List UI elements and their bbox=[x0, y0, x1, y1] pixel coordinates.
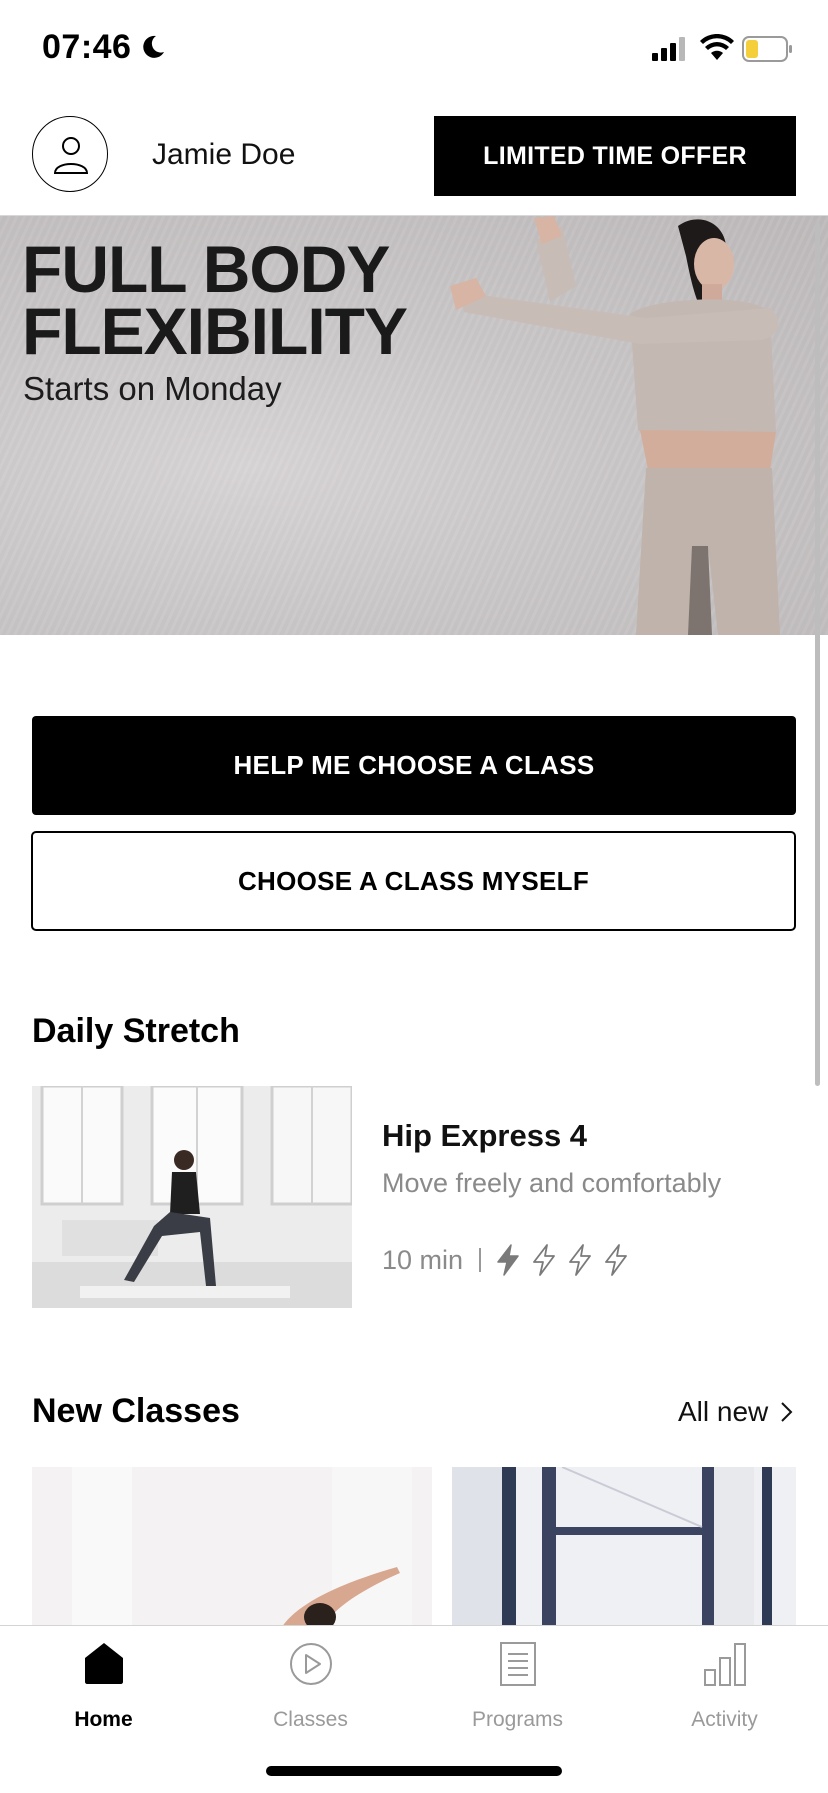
class-name[interactable]: Hip Express 4 bbox=[382, 1118, 587, 1154]
cellular-signal-icon bbox=[652, 37, 685, 61]
help-me-choose-class-button[interactable]: HELP ME CHOOSE A CLASS bbox=[32, 716, 796, 815]
intensity-bolt-icon bbox=[497, 1244, 519, 1276]
new-classes-title: New Classes bbox=[32, 1392, 240, 1430]
tab-home-label: Home bbox=[74, 1708, 133, 1731]
battery-icon bbox=[742, 36, 792, 62]
tab-activity[interactable]: Activity bbox=[621, 1626, 828, 1746]
class-description: Move freely and comfortably bbox=[382, 1168, 722, 1198]
wifi-icon bbox=[700, 34, 734, 60]
class-thumbnail-image bbox=[32, 1086, 352, 1308]
hero-title-line-2: FLEXIBILITY bbox=[22, 294, 408, 368]
new-class-card[interactable] bbox=[452, 1467, 796, 1627]
meta-separator bbox=[479, 1248, 482, 1272]
all-new-label: All new bbox=[678, 1396, 769, 1427]
daily-stretch-title: Daily Stretch bbox=[32, 1012, 240, 1050]
play-circle-icon bbox=[289, 1643, 332, 1685]
intensity-bolt-icon bbox=[533, 1244, 555, 1276]
tab-activity-label: Activity bbox=[691, 1708, 758, 1731]
all-new-link[interactable]: All new bbox=[678, 1396, 794, 1428]
intensity-bolt-icon bbox=[605, 1244, 627, 1276]
hero-subtitle: Starts on Monday bbox=[23, 370, 282, 407]
tab-classes[interactable]: Classes bbox=[207, 1626, 414, 1746]
scroll-indicator[interactable] bbox=[815, 222, 820, 1086]
profile-avatar[interactable] bbox=[32, 116, 108, 192]
hero-title: FULL BODY FLEXIBILITY bbox=[22, 232, 408, 368]
home-icon bbox=[84, 1643, 123, 1684]
class-meta: 10 min bbox=[382, 1242, 639, 1278]
limited-time-offer-button[interactable]: LIMITED TIME OFFER bbox=[434, 116, 796, 196]
user-name: Jamie Doe bbox=[152, 138, 296, 171]
home-indicator[interactable] bbox=[266, 1766, 562, 1776]
hero-model-image bbox=[450, 216, 780, 635]
class-duration: 10 min bbox=[382, 1244, 464, 1275]
list-icon bbox=[499, 1642, 536, 1686]
hero-title-line-1: FULL BODY bbox=[22, 232, 390, 306]
user-icon bbox=[53, 137, 89, 174]
daily-stretch-thumbnail[interactable] bbox=[32, 1086, 352, 1308]
app-header: Jamie Doe LIMITED TIME OFFER bbox=[0, 100, 828, 216]
chevron-right-icon bbox=[781, 1402, 793, 1422]
tab-home[interactable]: Home bbox=[0, 1626, 207, 1746]
status-time: 07:46 bbox=[42, 28, 132, 66]
choose-class-myself-button[interactable]: CHOOSE A CLASS MYSELF bbox=[31, 831, 796, 931]
hero-banner[interactable]: FULL BODY FLEXIBILITY Starts on Monday bbox=[0, 216, 828, 635]
class-thumbnail-image bbox=[32, 1467, 432, 1627]
intensity-bolt-icon bbox=[569, 1244, 591, 1276]
moon-icon bbox=[143, 35, 164, 58]
class-thumbnail-image bbox=[452, 1467, 796, 1627]
new-class-card[interactable] bbox=[32, 1467, 432, 1627]
status-bar: 07:46 bbox=[0, 0, 828, 100]
tab-programs[interactable]: Programs bbox=[414, 1626, 621, 1746]
bar-chart-icon bbox=[703, 1643, 746, 1686]
tab-programs-label: Programs bbox=[471, 1708, 564, 1731]
tab-classes-label: Classes bbox=[273, 1708, 348, 1731]
